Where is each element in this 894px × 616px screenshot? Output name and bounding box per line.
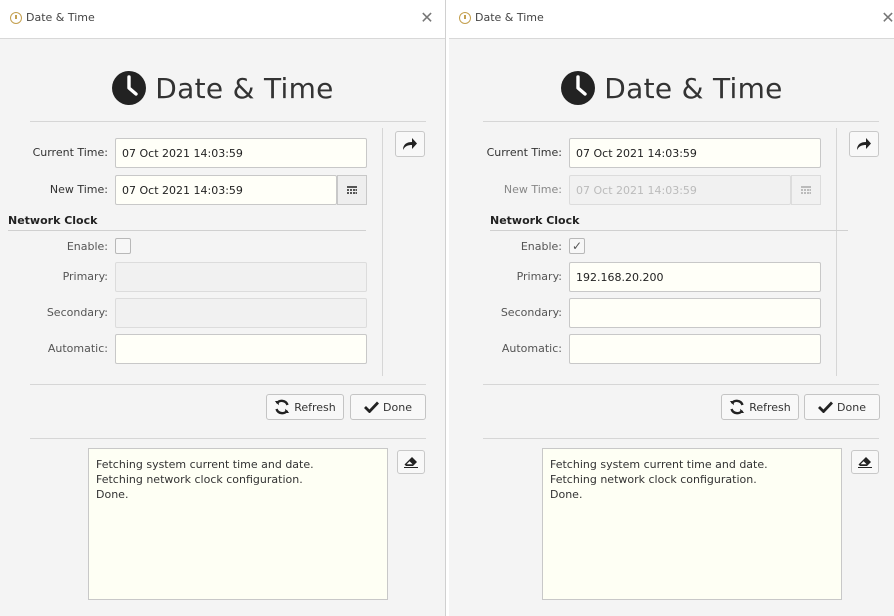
window-title: Date & Time: [26, 11, 95, 24]
secondary-label: Secondary:: [46, 306, 108, 319]
current-time-field[interactable]: [115, 138, 367, 168]
app-icon: [10, 12, 22, 24]
new-time-field[interactable]: [115, 175, 337, 205]
new-time-field[interactable]: [569, 175, 791, 205]
log-line: Fetching network clock configuration.: [96, 473, 303, 486]
log-line: Fetching system current time and date.: [550, 458, 768, 471]
done-label: Done: [383, 400, 412, 414]
title-bar: Date & Time ✕: [449, 0, 894, 39]
buttons-divider: [483, 384, 879, 385]
clear-log-button[interactable]: [397, 450, 425, 474]
current-time-row: Current Time:: [0, 138, 380, 168]
current-time-field[interactable]: [569, 138, 821, 168]
refresh-button[interactable]: Refresh: [721, 394, 799, 420]
log-output[interactable]: Fetching system current time and date. F…: [542, 448, 842, 600]
clock-icon: [112, 71, 147, 105]
current-time-row: Current Time:: [454, 138, 834, 168]
dialog-heading: Date & Time: [155, 71, 334, 105]
eraser-icon: [858, 457, 872, 468]
date-time-window-disabled-ntp: Date & Time ✕ Date & Time Current Time: …: [0, 0, 446, 616]
apply-time-button[interactable]: [395, 131, 425, 157]
current-time-label: Current Time:: [486, 146, 562, 159]
secondary-row: Secondary:: [0, 298, 380, 328]
header-divider: [30, 121, 426, 122]
network-clock-heading: Network Clock: [490, 214, 848, 231]
form-divider: [836, 128, 837, 376]
primary-label: Primary:: [62, 270, 108, 283]
dialog-heading: Date & Time: [604, 71, 783, 105]
done-button[interactable]: Done: [804, 394, 880, 420]
clock-icon: [561, 71, 596, 105]
close-icon[interactable]: ✕: [417, 8, 437, 28]
dialog-header: Date & Time: [449, 66, 894, 110]
buttons-divider: [30, 384, 426, 385]
done-label: Done: [837, 400, 866, 414]
log-line: Done.: [96, 488, 129, 501]
refresh-label: Refresh: [749, 400, 791, 414]
date-time-window-enabled-ntp: Date & Time ✕ Date & Time Current Time: …: [449, 0, 894, 616]
primary-label: Primary:: [516, 270, 562, 283]
primary-row: Primary:: [0, 262, 380, 292]
log-line: Done.: [550, 488, 583, 501]
enable-label: Enable:: [66, 240, 108, 253]
log-line: Fetching system current time and date.: [96, 458, 314, 471]
secondary-label: Secondary:: [500, 306, 562, 319]
calendar-button[interactable]: [337, 175, 367, 205]
new-time-row: New Time:: [454, 175, 834, 205]
automatic-row: Automatic:: [454, 334, 834, 364]
new-time-label: New Time:: [503, 183, 562, 196]
enable-checkbox[interactable]: [115, 238, 131, 254]
calendar-icon: [347, 185, 357, 194]
eraser-icon: [404, 457, 418, 468]
new-time-label: New Time:: [49, 183, 108, 196]
app-icon: [459, 12, 471, 24]
window-title: Date & Time: [475, 11, 544, 24]
close-icon[interactable]: ✕: [878, 8, 894, 28]
checkmark-icon: [364, 401, 380, 413]
enable-label: Enable:: [520, 240, 562, 253]
done-button[interactable]: Done: [350, 394, 426, 420]
primary-field[interactable]: [115, 262, 367, 292]
secondary-row: Secondary:: [454, 298, 834, 328]
log-line: Fetching network clock configuration.: [550, 473, 757, 486]
new-time-row: New Time:: [0, 175, 380, 205]
checkmark-icon: [818, 401, 834, 413]
title-bar: Date & Time ✕: [0, 0, 445, 39]
dialog-header: Date & Time: [0, 66, 445, 110]
log-divider: [30, 438, 426, 439]
log-divider: [483, 438, 879, 439]
enable-row: Enable: ✓: [454, 232, 834, 262]
primary-field[interactable]: [569, 262, 821, 292]
automatic-field[interactable]: [569, 334, 821, 364]
form-divider: [382, 128, 383, 376]
automatic-label: Automatic:: [47, 342, 108, 355]
network-clock-heading: Network Clock: [8, 214, 366, 231]
refresh-button[interactable]: Refresh: [266, 394, 344, 420]
refresh-label: Refresh: [294, 400, 336, 414]
primary-row: Primary:: [454, 262, 834, 292]
enable-row: Enable:: [0, 232, 380, 262]
refresh-icon: [730, 399, 745, 415]
calendar-icon: [801, 185, 811, 194]
log-output[interactable]: Fetching system current time and date. F…: [88, 448, 388, 600]
automatic-label: Automatic:: [501, 342, 562, 355]
automatic-field[interactable]: [115, 334, 367, 364]
secondary-field[interactable]: [569, 298, 821, 328]
enable-checkbox[interactable]: ✓: [569, 238, 585, 254]
refresh-icon: [275, 399, 290, 415]
share-arrow-icon: [403, 138, 417, 150]
apply-time-button[interactable]: [849, 131, 879, 157]
calendar-button[interactable]: [791, 175, 821, 205]
secondary-field[interactable]: [115, 298, 367, 328]
clear-log-button[interactable]: [851, 450, 879, 474]
automatic-row: Automatic:: [0, 334, 380, 364]
current-time-label: Current Time:: [32, 146, 108, 159]
share-arrow-icon: [857, 138, 871, 150]
header-divider: [483, 121, 879, 122]
